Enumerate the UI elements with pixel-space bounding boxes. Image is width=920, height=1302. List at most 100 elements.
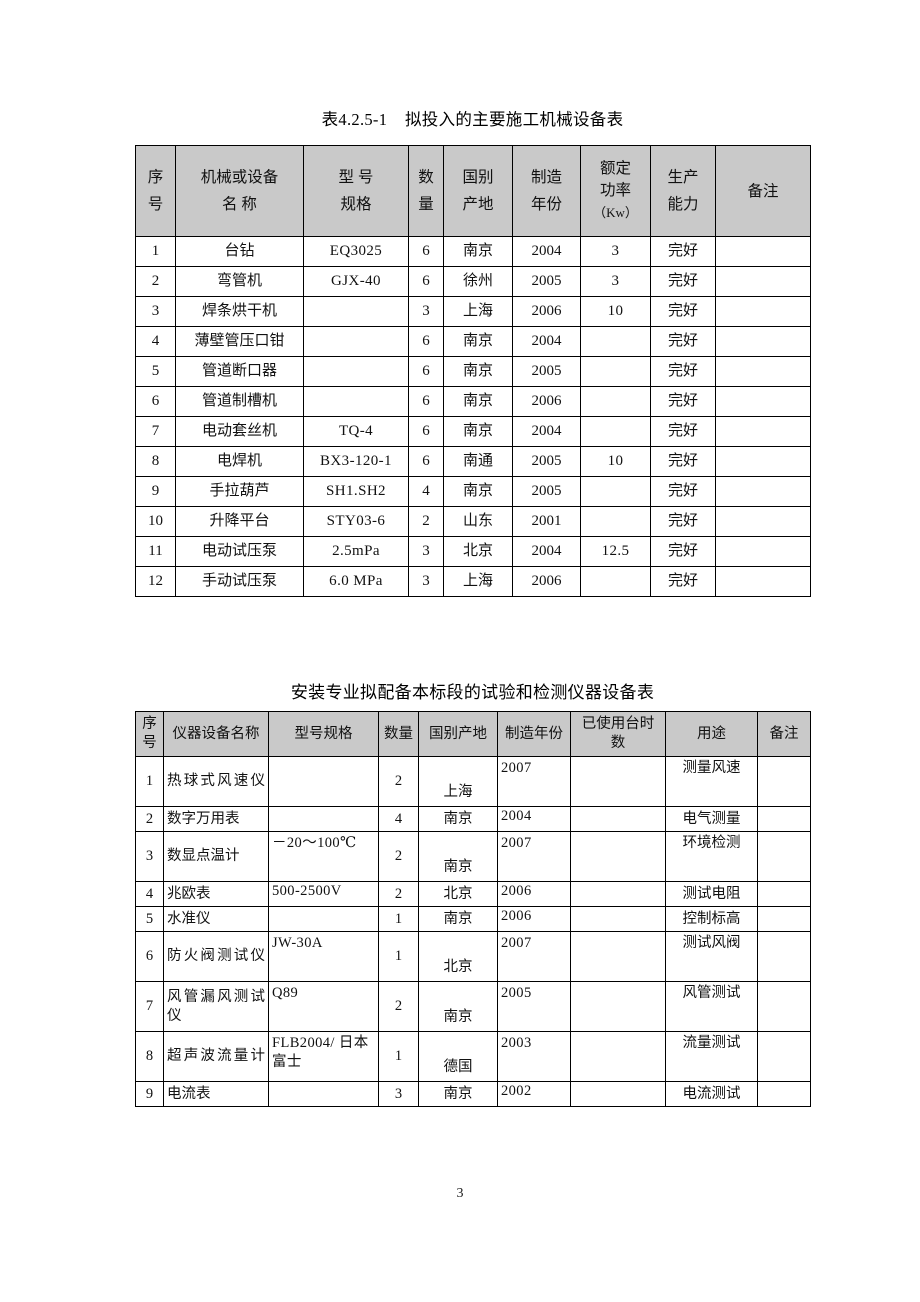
table1-cell-name: 管道制槽机 xyxy=(175,386,304,417)
table1-cell-name: 升降平台 xyxy=(175,506,304,537)
table1-cell-model: GJX-40 xyxy=(303,266,409,297)
table2-cell-year: 2003 xyxy=(497,1031,571,1082)
table1-cell-model xyxy=(303,356,409,387)
table2-cell-qty: 2 xyxy=(378,756,419,807)
table2-cell-origin: 北京 xyxy=(418,881,498,907)
table2-body: 1 热球式风速仪 2 上海 2007 测量风速 2 数字万用表 4 南京 2004 电气测量 3 数显点温… xyxy=(135,756,811,1107)
table1-cell-year: 2001 xyxy=(512,506,581,537)
table1-cell-qty: 6 xyxy=(408,446,444,477)
header-model-line1: 型 号 xyxy=(338,169,374,186)
table1-cell-capacity: 完好 xyxy=(650,506,716,537)
table-row: 5 管道断口器 6 南京 2005 完好 xyxy=(135,356,811,387)
table2-cell-seq: 4 xyxy=(135,881,164,907)
table1-header-remark: 备注 xyxy=(715,145,811,237)
table1-cell-origin: 南京 xyxy=(443,476,513,507)
table1-cell-capacity: 完好 xyxy=(650,446,716,477)
table-row: 2 数字万用表 4 南京 2004 电气测量 xyxy=(135,806,811,832)
table1-cell-seq: 9 xyxy=(135,476,176,507)
table1-cell-year: 2005 xyxy=(512,446,581,477)
table2-cell-remark xyxy=(757,931,811,982)
table2-cell-name: 热球式风速仪 xyxy=(163,756,269,807)
table1-cell-remark xyxy=(715,416,811,447)
table2-cell-hours xyxy=(570,756,666,807)
table2-cell-qty: 1 xyxy=(378,1031,419,1082)
table2-cell-remark xyxy=(757,981,811,1032)
table1-cell-seq: 5 xyxy=(135,356,176,387)
table-row: 11 电动试压泵 2.5mPa 3 北京 2004 12.5 完好 xyxy=(135,536,811,567)
table1-cell-model xyxy=(303,386,409,417)
table1-cell-name: 电动套丝机 xyxy=(175,416,304,447)
table2-header-remark: 备注 xyxy=(757,711,811,757)
table1-header-name: 机械或设备 名 称 xyxy=(175,145,304,237)
construction-machinery-table: 序 号 机械或设备 名 称 型 号 规格 数 量 国别 产地 制造 年份 额定 … xyxy=(135,145,811,597)
table2-cell-model: JW-30A xyxy=(268,931,379,982)
header-power-line3: （Kw） xyxy=(593,205,638,220)
table2-cell-name: 水准仪 xyxy=(163,906,269,932)
instrument-name-text: 热球式风速仪 xyxy=(167,773,265,789)
table2-cell-year: 2002 xyxy=(497,1081,571,1107)
table2-cell-origin: 上海 xyxy=(418,756,498,807)
instrument-name-text: 电流表 xyxy=(167,1085,211,1102)
table2-cell-qty: 1 xyxy=(378,931,419,982)
table1-cell-power: 3 xyxy=(580,236,651,267)
table2-cell-qty: 2 xyxy=(378,831,419,882)
table2-cell-remark xyxy=(757,1031,811,1082)
table1-cell-power xyxy=(580,416,651,447)
table2-cell-origin: 南京 xyxy=(418,981,498,1032)
table-row: 7 电动套丝机 TQ-4 6 南京 2004 完好 xyxy=(135,416,811,447)
header-year-line1: 制造 xyxy=(530,169,562,186)
table2-cell-model: －20～100℃ xyxy=(268,831,379,882)
table2-cell-hours xyxy=(570,806,666,832)
header-qty-line1: 数 xyxy=(418,169,434,186)
table2-cell-hours xyxy=(570,881,666,907)
table2-cell-qty: 4 xyxy=(378,806,419,832)
table2-cell-model xyxy=(268,1081,379,1107)
table2-header-model: 型号规格 xyxy=(268,711,379,757)
table1-cell-origin: 山东 xyxy=(443,506,513,537)
table2-cell-year: 2007 xyxy=(497,931,571,982)
table2-title: 安装专业拟配备本标段的试验和检测仪器设备表 xyxy=(290,683,655,702)
testing-instrument-table: 序 号 仪器设备名称 型号规格 数量 国别产地 制造年份 已使用台时 数 用途 … xyxy=(135,711,811,1107)
table2-header-row: 序 号 仪器设备名称 型号规格 数量 国别产地 制造年份 已使用台时 数 用途 … xyxy=(135,711,811,757)
table2-cell-year: 2005 xyxy=(497,981,571,1032)
table1-cell-qty: 6 xyxy=(408,356,444,387)
header2-hours-line2: 数 xyxy=(610,735,626,751)
table2-cell-remark xyxy=(757,831,811,882)
table1-cell-name: 手拉葫芦 xyxy=(175,476,304,507)
header2-seq-line2: 号 xyxy=(142,735,157,751)
table1-cell-model xyxy=(303,326,409,357)
table2-cell-seq: 5 xyxy=(135,906,164,932)
table1-cell-remark xyxy=(715,536,811,567)
table2-cell-remark xyxy=(757,756,811,807)
table2-cell-hours xyxy=(570,1031,666,1082)
table1-cell-power xyxy=(580,356,651,387)
table1-cell-seq: 4 xyxy=(135,326,176,357)
table1-cell-capacity: 完好 xyxy=(650,416,716,447)
table2-cell-qty: 1 xyxy=(378,906,419,932)
table1-cell-origin: 南京 xyxy=(443,356,513,387)
table-row: 12 手动试压泵 6.0 MPa 3 上海 2006 完好 xyxy=(135,566,811,597)
table2-cell-name: 电流表 xyxy=(163,1081,269,1107)
table1-cell-capacity: 完好 xyxy=(650,236,716,267)
table-row: 1 热球式风速仪 2 上海 2007 测量风速 xyxy=(135,756,811,807)
table-row: 8 电焊机 BX3-120-1 6 南通 2005 10 完好 xyxy=(135,446,811,477)
table1-cell-capacity: 完好 xyxy=(650,266,716,297)
instrument-name-text: 防火阀测试仪 xyxy=(167,948,265,964)
table1-cell-seq: 1 xyxy=(135,236,176,267)
table1-cell-year: 2005 xyxy=(512,266,581,297)
table1-cell-name: 电焊机 xyxy=(175,446,304,477)
table2-cell-seq: 8 xyxy=(135,1031,164,1082)
table1-cell-qty: 4 xyxy=(408,476,444,507)
table2-header-origin: 国别产地 xyxy=(418,711,498,757)
table2-cell-hours xyxy=(570,831,666,882)
header-origin-line1: 国别 xyxy=(462,169,494,186)
header-model-line2: 规格 xyxy=(340,196,372,213)
table1-cell-origin: 上海 xyxy=(443,296,513,327)
table1-cell-model: 2.5mPa xyxy=(303,536,409,567)
table1-cell-qty: 3 xyxy=(408,536,444,567)
table2-cell-usage: 流量测试 xyxy=(665,1031,758,1082)
table2-cell-model xyxy=(268,806,379,832)
table1-cell-power: 10 xyxy=(580,296,651,327)
table1-cell-qty: 3 xyxy=(408,296,444,327)
table1-cell-qty: 3 xyxy=(408,566,444,597)
